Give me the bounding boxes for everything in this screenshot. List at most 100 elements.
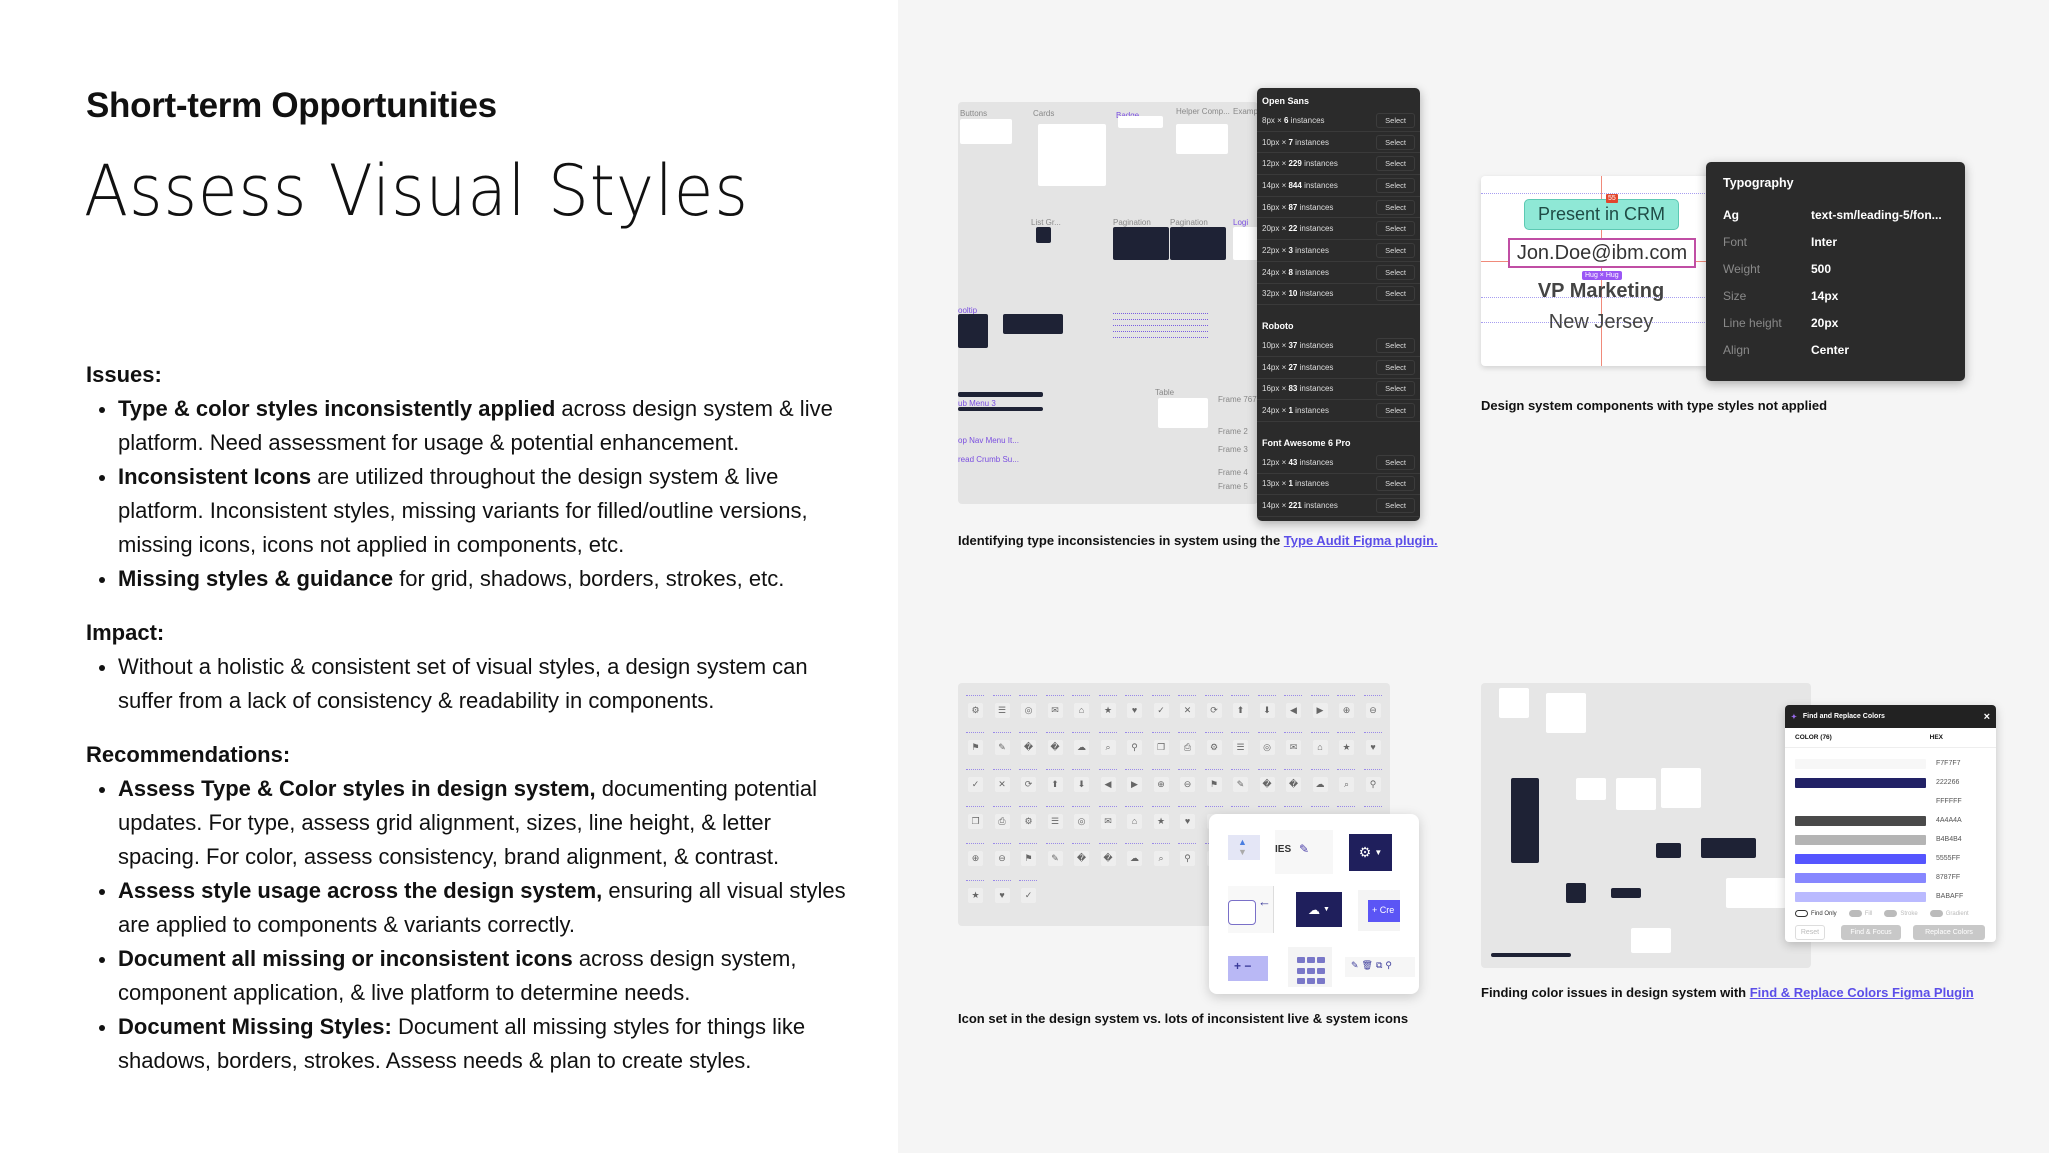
grid-cell [1297, 957, 1305, 963]
select-button[interactable]: Select [1376, 242, 1415, 258]
system-icon: ☰ [994, 703, 1010, 718]
toggle-switch[interactable] [1795, 910, 1808, 917]
select-button[interactable]: Select [1376, 134, 1415, 150]
select-button[interactable]: Select [1376, 454, 1415, 470]
grid-cell [1297, 967, 1305, 974]
list-item: Assess Type & Color styles in design sys… [99, 772, 846, 874]
hex-value: F7F7F7 [1936, 760, 1961, 767]
arrow-left-icon: ← [1258, 894, 1271, 909]
hex-value: FFFFFF [1936, 798, 1962, 805]
select-button[interactable]: Select [1376, 498, 1415, 514]
system-icon: ◎ [1259, 740, 1275, 755]
font-size-row: 24px × 1 instances Select [1257, 400, 1420, 422]
page-title: Assess Visual Styles [84, 150, 749, 232]
instances-word: instances [1295, 479, 1329, 489]
text-panel: Short-term Opportunities Assess Visual S… [0, 0, 898, 1153]
select-button[interactable]: Select [1376, 177, 1415, 193]
close-icon[interactable]: × [1984, 711, 1990, 723]
system-icon: ★ [968, 888, 983, 903]
system-icon: ⎙ [1180, 740, 1195, 755]
select-button[interactable]: Select [1376, 264, 1415, 280]
toggle-find-only[interactable]: Find Only [1795, 910, 1837, 917]
font-group-heading: Font Awesome 6 Pro [1262, 437, 1351, 448]
icon-label-marker [1204, 732, 1223, 735]
color-row[interactable]: FFFFFF [1785, 792, 1996, 811]
system-icon: ⎙ [994, 814, 1010, 829]
font-size-instances: 16px × 83 instances [1262, 384, 1334, 394]
icon-label-marker [1151, 806, 1170, 809]
select-button[interactable]: Select [1376, 381, 1415, 397]
grid-icon [1288, 947, 1332, 987]
system-icon: ⊕ [1153, 777, 1169, 792]
fragment-text: IES [1275, 844, 1292, 855]
select-button[interactable]: Select [1376, 286, 1415, 302]
instances-word: instances [1299, 384, 1334, 394]
pencil-icon: ✎ [1351, 960, 1362, 970]
toggle-gradient[interactable]: Gradient [1929, 910, 1969, 917]
icon-label-marker [1151, 769, 1170, 772]
find-focus-button[interactable]: Find & Focus [1841, 925, 1901, 940]
color-row[interactable]: 4A4A4A [1785, 811, 1996, 830]
icon-label-marker [1072, 769, 1090, 772]
select-button[interactable]: Select [1376, 112, 1415, 128]
instances-word: instances [1299, 341, 1334, 351]
color-row[interactable]: BABAFF [1785, 887, 1996, 906]
icon-set-caption: Icon set in the design system vs. lots o… [958, 1011, 1409, 1026]
select-button[interactable]: Select [1376, 221, 1415, 237]
toggle-stroke[interactable]: Stroke [1884, 910, 1918, 917]
font-size-row: 14px × 844 instances Select [1257, 175, 1420, 197]
icon-label-marker [1045, 732, 1064, 735]
color-row[interactable]: 5555FF [1785, 849, 1996, 868]
instance-count: 1 [1288, 406, 1293, 416]
item-text: for grid, shadows, borders, strokes, etc… [393, 566, 785, 591]
select-button[interactable]: Select [1376, 476, 1415, 492]
replace-colors-button[interactable]: Replace Colors [1913, 925, 1985, 940]
select-button[interactable]: Select [1376, 359, 1415, 375]
icon-label-marker [1337, 732, 1355, 735]
list-item: Type & color styles inconsistently appli… [99, 392, 846, 460]
select-button[interactable]: Select [1376, 338, 1415, 354]
typography-key: Ag [1723, 207, 1739, 222]
type-audit-link[interactable]: Type Audit Figma plugin. [1284, 533, 1438, 548]
item-lead: Assess style usage across the design sys… [118, 878, 603, 903]
settings-dropdown-button[interactable]: ⚙ ▼ [1349, 834, 1392, 871]
section-heading: Issues: [86, 362, 162, 387]
find-replace-link[interactable]: Find & Replace Colors Figma Plugin [1750, 985, 1974, 1000]
select-button[interactable]: Select [1376, 156, 1415, 172]
font-size: 20px [1262, 224, 1280, 234]
reset-button[interactable]: Reset [1795, 925, 1825, 940]
toggle-switch[interactable] [1848, 910, 1862, 917]
instances-word: instances [1299, 362, 1334, 372]
select-button[interactable]: Select [1376, 403, 1415, 419]
color-row[interactable]: F7F7F7 [1785, 754, 1996, 773]
instances-word: instances [1290, 115, 1325, 125]
icon-label-marker [1257, 695, 1276, 698]
caret-up-down-icon: ▲ ▼ [1238, 837, 1247, 857]
icon-label-marker [1231, 806, 1249, 809]
upload-dropdown-button[interactable]: ☁ ▼ [1296, 892, 1342, 927]
system-icon: ♥ [1180, 814, 1195, 829]
icon-label-marker [1072, 732, 1090, 735]
typography-value: Inter [1811, 234, 1838, 249]
typography-key: Line height [1723, 315, 1782, 330]
color-row[interactable]: 8787FF [1785, 868, 1996, 887]
toggle-switch[interactable] [1884, 910, 1898, 917]
typography-value: Center [1811, 342, 1850, 357]
toggle-fill[interactable]: Fill [1848, 910, 1873, 917]
select-button[interactable]: Select [1376, 199, 1415, 215]
component-thumbnail [1118, 116, 1163, 128]
component-thumbnail [1158, 398, 1208, 428]
component-thumbnail [1233, 227, 1258, 260]
font-size: 24px [1262, 406, 1280, 416]
instance-count: 10 [1288, 289, 1298, 299]
frame-label: Frame 4 [1218, 468, 1248, 477]
color-row[interactable]: B4B4B4 [1785, 830, 1996, 849]
create-button[interactable]: + Cre [1368, 900, 1400, 922]
panel-header: ✦ Find and Replace Colors × [1785, 705, 1996, 728]
toggle-switch[interactable] [1929, 910, 1943, 917]
font-size-instances: 14px × 27 instances [1262, 362, 1334, 372]
color-row[interactable]: 222266 [1785, 773, 1996, 792]
spacing-marker: 55 [1606, 194, 1618, 203]
badge-row [1113, 313, 1208, 314]
toggle-label: Fill [1864, 910, 1873, 917]
